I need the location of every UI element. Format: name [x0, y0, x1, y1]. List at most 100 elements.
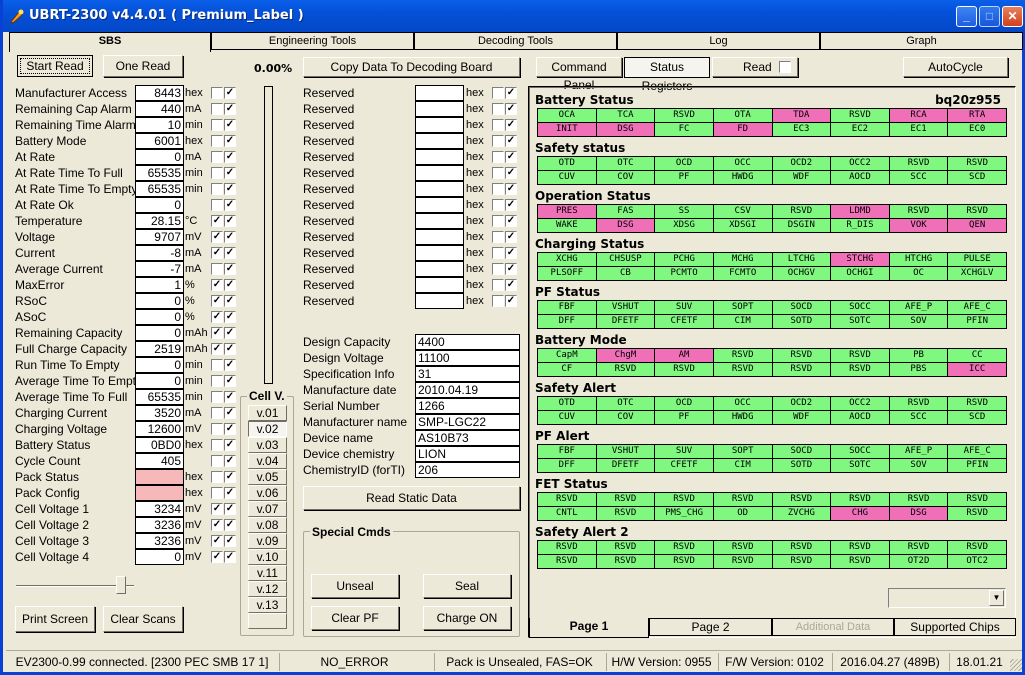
field-value[interactable]: 405: [135, 453, 184, 469]
field-checkbox-2[interactable]: ✓: [224, 279, 236, 291]
tab-graph[interactable]: Graph: [820, 32, 1023, 50]
tab-engineering-tools[interactable]: Engineering Tools: [211, 32, 414, 50]
field-value[interactable]: 3520: [135, 405, 184, 421]
reserved-checkbox-2[interactable]: ✓: [505, 167, 517, 179]
field-value[interactable]: 3234: [135, 501, 184, 517]
reserved-value[interactable]: [415, 85, 464, 101]
reserved-value[interactable]: [415, 277, 464, 293]
reserved-value[interactable]: [415, 197, 464, 213]
field-checkbox-1[interactable]: [211, 407, 223, 419]
field-checkbox-1[interactable]: [211, 471, 223, 483]
maximize-button[interactable]: □: [979, 6, 1000, 27]
reserved-checkbox-1[interactable]: [492, 247, 504, 259]
static-value[interactable]: 11100: [415, 350, 520, 366]
autocycle-button[interactable]: AutoCycle: [903, 57, 1008, 77]
reserved-checkbox-2[interactable]: ✓: [505, 151, 517, 163]
field-checkbox-2[interactable]: ✓: [224, 167, 236, 179]
field-checkbox-1[interactable]: ✓: [211, 327, 223, 339]
static-value[interactable]: LION: [415, 446, 520, 462]
field-checkbox-1[interactable]: ✓: [211, 279, 223, 291]
cell-v-button[interactable]: v.11: [248, 565, 287, 581]
field-checkbox-2[interactable]: ✓: [224, 455, 236, 467]
field-checkbox-1[interactable]: [211, 487, 223, 499]
field-checkbox-2[interactable]: ✓: [224, 231, 236, 243]
reserved-checkbox-2[interactable]: ✓: [505, 263, 517, 275]
field-checkbox-2[interactable]: ✓: [224, 311, 236, 323]
clear-scans-button[interactable]: Clear Scans: [103, 606, 183, 632]
reserved-value[interactable]: [415, 213, 464, 229]
cell-v-button[interactable]: [248, 613, 287, 629]
field-checkbox-2[interactable]: ✓: [224, 247, 236, 259]
tab-sbs[interactable]: SBS: [9, 32, 211, 52]
tab-page-2[interactable]: Page 2: [649, 618, 772, 636]
cell-v-button[interactable]: v.10: [248, 549, 287, 565]
field-checkbox-1[interactable]: ✓: [211, 247, 223, 259]
read-checkbox[interactable]: [779, 61, 791, 73]
field-checkbox-2[interactable]: ✓: [224, 119, 236, 131]
field-checkbox-2[interactable]: ✓: [224, 263, 236, 275]
copy-data-button[interactable]: Copy Data To Decoding Board: [303, 57, 520, 77]
reserved-value[interactable]: [415, 117, 464, 133]
field-value[interactable]: 0: [135, 149, 184, 165]
field-checkbox-2[interactable]: ✓: [224, 327, 236, 339]
reserved-checkbox-2[interactable]: ✓: [505, 199, 517, 211]
tab-decoding-tools[interactable]: Decoding Tools: [414, 32, 617, 50]
reserved-checkbox-1[interactable]: [492, 279, 504, 291]
reserved-checkbox-1[interactable]: [492, 87, 504, 99]
field-value[interactable]: 10: [135, 117, 184, 133]
reserved-value[interactable]: [415, 245, 464, 261]
reserved-checkbox-1[interactable]: [492, 295, 504, 307]
field-value[interactable]: 0: [135, 549, 184, 565]
field-checkbox-2[interactable]: ✓: [224, 343, 236, 355]
reserved-checkbox-1[interactable]: [492, 103, 504, 115]
field-value[interactable]: [135, 485, 184, 501]
field-checkbox-2[interactable]: ✓: [224, 103, 236, 115]
tab-additional-data[interactable]: Additional Data: [772, 618, 894, 636]
minimize-button[interactable]: _: [956, 6, 977, 27]
field-checkbox-1[interactable]: [211, 87, 223, 99]
reserved-checkbox-1[interactable]: [492, 231, 504, 243]
cell-v-button[interactable]: v.12: [248, 581, 287, 597]
cell-v-button[interactable]: v.04: [248, 453, 287, 469]
field-checkbox-1[interactable]: [211, 119, 223, 131]
field-value[interactable]: 0: [135, 357, 184, 373]
command-panel-button[interactable]: Command Panel: [536, 57, 622, 92]
field-checkbox-2[interactable]: ✓: [224, 551, 236, 563]
status-registers-button[interactable]: Status Registers: [624, 57, 710, 93]
reserved-value[interactable]: [415, 261, 464, 277]
field-value[interactable]: 8443: [135, 85, 184, 101]
field-value[interactable]: 3236: [135, 533, 184, 549]
reserved-checkbox-1[interactable]: [492, 215, 504, 227]
reserved-checkbox-2[interactable]: ✓: [505, 183, 517, 195]
field-value[interactable]: 65535: [135, 181, 184, 197]
field-checkbox-2[interactable]: ✓: [224, 359, 236, 371]
field-value[interactable]: 12600: [135, 421, 184, 437]
field-checkbox-1[interactable]: [211, 199, 223, 211]
field-checkbox-2[interactable]: ✓: [224, 503, 236, 515]
one-read-button[interactable]: One Read: [103, 55, 183, 77]
reserved-checkbox-2[interactable]: ✓: [505, 247, 517, 259]
reserved-checkbox-2[interactable]: ✓: [505, 279, 517, 291]
reserved-checkbox-2[interactable]: ✓: [505, 103, 517, 115]
field-checkbox-1[interactable]: [211, 359, 223, 371]
static-value[interactable]: AS10B73: [415, 430, 520, 446]
tab-page-1[interactable]: Page 1: [529, 618, 649, 638]
reserved-checkbox-2[interactable]: ✓: [505, 215, 517, 227]
field-checkbox-1[interactable]: ✓: [211, 343, 223, 355]
static-value[interactable]: 31: [415, 366, 520, 382]
field-value[interactable]: 0: [135, 309, 184, 325]
field-checkbox-2[interactable]: ✓: [224, 407, 236, 419]
start-read-button[interactable]: Start Read: [17, 55, 93, 77]
cell-v-button[interactable]: v.09: [248, 533, 287, 549]
charge-on-button[interactable]: Charge ON: [423, 606, 511, 630]
reserved-checkbox-2[interactable]: ✓: [505, 135, 517, 147]
field-value[interactable]: -8: [135, 245, 184, 261]
field-value[interactable]: 65535: [135, 389, 184, 405]
field-checkbox-2[interactable]: ✓: [224, 87, 236, 99]
field-checkbox-1[interactable]: ✓: [211, 215, 223, 227]
field-checkbox-1[interactable]: ✓: [211, 295, 223, 307]
field-value[interactable]: 0: [135, 197, 184, 213]
field-checkbox-2[interactable]: ✓: [224, 151, 236, 163]
print-screen-button[interactable]: Print Screen: [15, 606, 95, 632]
reserved-value[interactable]: [415, 101, 464, 117]
